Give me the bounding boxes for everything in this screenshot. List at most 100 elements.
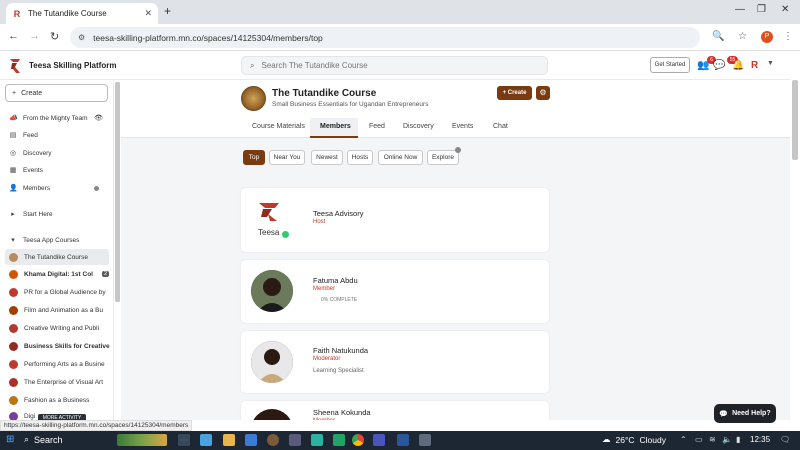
temperature: 26°C	[615, 434, 635, 445]
tab-members[interactable]: Members	[320, 123, 351, 130]
wifi-icon[interactable]: ≋	[709, 435, 716, 444]
search-box[interactable]: ⌕	[241, 56, 548, 75]
sidebar-item-events[interactable]: ▦ Events	[0, 162, 113, 178]
sidebar-course-business[interactable]: Business Skills for Creative	[0, 338, 113, 354]
sidebar-scrollbar[interactable]	[115, 82, 120, 302]
member-avatar[interactable]	[251, 341, 293, 383]
filter-newest[interactable]: Newest	[311, 150, 343, 165]
edge-icon[interactable]	[245, 434, 257, 446]
filter-hosts[interactable]: Hosts	[347, 150, 373, 165]
browser-tab[interactable]: R The Tutandike Course ✕	[6, 3, 158, 24]
sidebar-course-khama[interactable]: Khama Digital: 1st Col 2	[0, 266, 113, 282]
get-started-button[interactable]: Get Started	[650, 57, 690, 73]
member-card[interactable]: Teesa Teesa Advisory Host	[241, 188, 549, 252]
sidebar-course-film[interactable]: Film and Animation as a Bu	[0, 302, 113, 318]
tab-events[interactable]: Events	[452, 123, 473, 130]
sidebar-item-label: The Tutandike Course	[24, 253, 88, 261]
search-input[interactable]	[261, 61, 522, 70]
sidebar-course-visual-art[interactable]: The Enterprise of Visual Art	[0, 374, 113, 390]
chat-icon[interactable]: 💬	[713, 60, 725, 71]
member-name[interactable]: Fatuma Abdu	[313, 276, 358, 285]
tab-feed[interactable]: Feed	[369, 123, 385, 130]
avatar-app-icon[interactable]	[267, 434, 279, 446]
file-explorer-icon[interactable]	[223, 434, 235, 446]
photos-icon[interactable]	[289, 434, 301, 446]
restore-icon[interactable]: ❐	[757, 4, 766, 15]
close-tab-icon[interactable]: ✕	[144, 8, 152, 19]
browser-menu-icon[interactable]: ⋮	[783, 31, 793, 42]
weather-widget[interactable]: ☁ 26°C Cloudy	[602, 434, 666, 445]
task-view-icon[interactable]	[178, 434, 190, 446]
battery-icon[interactable]: ▮	[736, 435, 740, 444]
member-name[interactable]: Sheena Kokunda	[313, 408, 371, 417]
taskbar-search[interactable]: ⌕ Search	[24, 434, 63, 445]
tab-discovery[interactable]: Discovery	[403, 123, 434, 130]
eye-icon[interactable]: 👁	[94, 114, 103, 122]
member-name[interactable]: Teesa Advisory	[313, 209, 363, 218]
display-icon[interactable]: ▭	[695, 435, 703, 444]
filter-online-now[interactable]: Online Now	[378, 150, 423, 165]
member-avatar[interactable]	[251, 270, 293, 312]
platform-name[interactable]: Teesa Skilling Platform	[29, 61, 116, 70]
sidebar-course-pr[interactable]: PR for a Global Audience by	[0, 284, 113, 300]
sidebar-item-label: The Enterprise of Visual Art	[24, 378, 104, 386]
chevron-up-icon[interactable]: ⌃	[680, 435, 687, 444]
teesa-logo-icon[interactable]	[9, 57, 21, 75]
sidebar-course-writing[interactable]: Creative Writing and Publi	[0, 320, 113, 336]
gear-icon[interactable]: ⚙	[536, 86, 550, 100]
create-button[interactable]: + Create	[5, 84, 108, 102]
filter-top[interactable]: Top	[243, 150, 265, 165]
profile-avatar[interactable]: P	[761, 31, 773, 43]
store-icon[interactable]	[311, 434, 323, 446]
close-window-icon[interactable]: ✕	[781, 4, 789, 15]
sidebar-item-label: PR for a Global Audience by	[24, 288, 106, 296]
sidebar-course-performing[interactable]: Performing Arts as a Busine	[0, 356, 113, 372]
sidebar-item-discovery[interactable]: ◎ Discovery	[0, 145, 113, 161]
user-avatar[interactable]: R	[751, 60, 758, 71]
sidebar-item-from-mighty-team[interactable]: 📣 From the Mighty Team 👁	[0, 110, 113, 126]
new-tab-button[interactable]: +	[164, 4, 171, 18]
taskbar-clock[interactable]: 12:35	[750, 435, 770, 444]
address-bar[interactable]: ⚙ teesa-skilling-platform.mn.co/spaces/1…	[70, 27, 700, 48]
filter-near-you[interactable]: Near You	[269, 150, 305, 165]
volume-icon[interactable]: 🔈	[722, 435, 732, 444]
member-card[interactable]: Fatuma Abdu Member ◌ 0% COMPLETE	[241, 260, 549, 323]
site-info-icon[interactable]: ⚙	[78, 33, 85, 42]
sidebar-course-fashion[interactable]: Fashion as a Business	[0, 392, 113, 408]
teams-icon[interactable]	[373, 434, 385, 446]
back-icon[interactable]: ←	[8, 30, 19, 42]
forward-icon[interactable]: →	[29, 30, 40, 42]
member-card[interactable]: Sheena Kokunda Member	[241, 401, 549, 420]
space-header: The Tutandike Course Small Business Esse…	[121, 80, 790, 138]
sidebar-course-tutandike[interactable]: The Tutandike Course	[5, 249, 109, 265]
widgets-icon[interactable]	[200, 434, 212, 446]
status-bar-url: https://teesa-skilling-platform.mn.co/sp…	[0, 420, 193, 431]
member-name[interactable]: Faith Natukunda	[313, 346, 368, 355]
main-scrollbar[interactable]	[792, 80, 798, 160]
sidebar-section-courses[interactable]: ▾ Teesa App Courses	[0, 232, 113, 248]
app-icon[interactable]	[333, 434, 345, 446]
tab-chat[interactable]: Chat	[493, 123, 508, 130]
member-card[interactable]: Faith Natukunda Moderator Learning Speci…	[241, 331, 549, 393]
sidebar-item-start-here[interactable]: ▸ Start Here	[0, 206, 113, 222]
filter-explore[interactable]: Explore	[427, 150, 459, 165]
course-thumbnail	[9, 323, 18, 333]
bell-icon[interactable]: 🔔	[732, 60, 744, 71]
zoom-icon[interactable]: 🔍	[712, 31, 724, 42]
sidebar-item-members[interactable]: 👤 Members	[0, 180, 113, 196]
sidebar-item-feed[interactable]: ▤ Feed	[0, 127, 113, 143]
app-icon-2[interactable]	[419, 434, 431, 446]
member-avatar[interactable]	[251, 409, 293, 420]
chevron-down-icon[interactable]: ▼	[767, 60, 774, 67]
windows-start-icon[interactable]: ⊞	[6, 434, 14, 445]
chrome-icon[interactable]	[352, 434, 364, 446]
word-icon[interactable]	[397, 434, 409, 446]
minimize-icon[interactable]: —	[735, 4, 745, 15]
taskbar: ⊞ ⌕ Search ☁ 26°C Cloudy ⌃ ▭ ≋ 🔈 ▮ 12:35…	[0, 431, 800, 450]
reload-icon[interactable]: ↻	[50, 30, 59, 43]
notification-icon[interactable]: 🗨	[780, 435, 790, 444]
bookmark-star-icon[interactable]: ☆	[738, 31, 747, 42]
space-create-button[interactable]: + Create	[497, 86, 532, 100]
tab-course-materials[interactable]: Course Materials	[252, 123, 305, 130]
need-help-button[interactable]: 💬 Need Help?	[714, 404, 776, 423]
